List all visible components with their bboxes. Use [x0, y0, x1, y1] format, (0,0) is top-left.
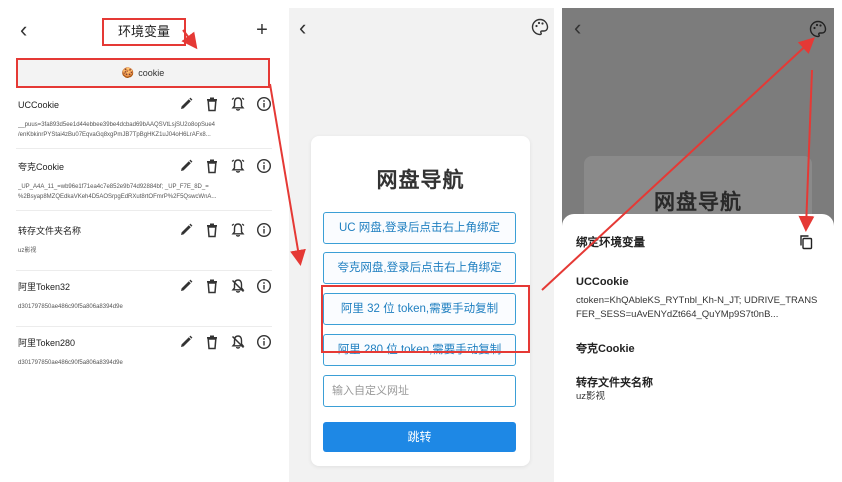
back-icon[interactable]: ‹ [20, 18, 40, 42]
copy-icon[interactable] [798, 234, 814, 250]
add-icon[interactable]: + [252, 18, 272, 42]
env-item-value-line: uz影视 [18, 248, 37, 254]
bell-icon[interactable] [230, 96, 246, 112]
edit-icon[interactable] [178, 222, 194, 238]
info-icon[interactable] [256, 96, 272, 112]
env-vars-screen: ‹ 环境变量 + 🍪 cookie UCCookie __puus=3fa893d… [8, 8, 280, 482]
page-title: 环境变量 [102, 18, 186, 46]
uc-login-button[interactable]: UC 网盘,登录后点击右上角绑定 [323, 212, 516, 244]
env-item-actions [176, 96, 272, 114]
env-item-value: __puus=3fa893d5ee1d44ebbee39be4dcbad69bA… [18, 120, 270, 140]
env-item-name: UCCookie [18, 100, 60, 110]
info-icon[interactable] [256, 158, 272, 174]
edit-icon[interactable] [178, 278, 194, 294]
bind-env-screen: ‹ 网盘导航 绑定环境变量 UCCookie ctoken=KhQAbleKS_… [562, 8, 834, 482]
info-icon[interactable] [256, 222, 272, 238]
divider [16, 326, 272, 327]
quark-login-button[interactable]: 夸克网盘,登录后点击右上角绑定 [323, 252, 516, 284]
env-item-value: d301797850ae486c90f5a806a8394d9e [18, 302, 270, 312]
env-item-actions [176, 334, 272, 352]
edit-icon[interactable] [178, 158, 194, 174]
env-item-value-line: _UP_A4A_11_=wb96e1f71ea4c7e852e9b74d9288… [18, 184, 209, 190]
env-item-name: 阿里Token280 [18, 338, 76, 348]
env-item[interactable]: 夸克Cookie _UP_A4A_11_=wb96e1f71ea4c7e852e… [16, 158, 272, 204]
sheet-item-name: UCCookie [576, 276, 629, 288]
divider [16, 270, 272, 271]
custom-url-input[interactable]: 输入自定义网址 [323, 375, 516, 407]
highlight-box [321, 285, 530, 353]
env-item-name: 夸克Cookie [18, 162, 65, 172]
go-button[interactable]: 跳转 [323, 422, 516, 452]
bell-icon[interactable] [230, 158, 246, 174]
card-title: 网盘导航 [654, 191, 742, 214]
back-icon[interactable]: ‹ [574, 16, 581, 40]
env-item-value-line: __puus=3fa893d5ee1d44ebbee39be4dcbad69bA… [18, 122, 216, 128]
env-item-value: d301797850ae486c90f5a806a8394d9e [18, 358, 270, 368]
cookie-icon: 🍪 [121, 68, 135, 79]
cookie-button-label: cookie [138, 68, 165, 78]
env-item-value: _UP_A4A_11_=wb96e1f71ea4c7e852e9b74d9288… [18, 182, 270, 202]
delete-icon[interactable] [204, 278, 220, 294]
sheet-item-name: 转存文件夹名称 [576, 377, 653, 389]
env-item-value-line: /enKbkinrPYStai4zBu07EqvaGq8xgPmJB7TpBgH… [18, 132, 211, 138]
cookie-button[interactable]: 🍪 cookie [16, 58, 270, 88]
env-item-actions [176, 158, 272, 176]
edit-icon[interactable] [178, 334, 194, 350]
env-item-value-line: d301797850ae486c90f5a806a8394d9e [18, 360, 123, 366]
env-item-name: 阿里Token32 [18, 282, 71, 292]
delete-icon[interactable] [204, 222, 220, 238]
sheet-item-name: 夸克Cookie [576, 343, 635, 355]
sheet-title: 绑定环境变量 [576, 237, 645, 249]
back-icon[interactable]: ‹ [299, 16, 306, 40]
edit-icon[interactable] [178, 96, 194, 112]
delete-icon[interactable] [204, 96, 220, 112]
delete-icon[interactable] [204, 334, 220, 350]
divider [16, 210, 272, 211]
bell-icon[interactable] [230, 222, 246, 238]
bind-env-sheet: 绑定环境变量 UCCookie ctoken=KhQAbleKS_RYTnbl_… [562, 214, 834, 482]
env-item-actions [176, 278, 272, 296]
divider [16, 148, 272, 149]
env-item[interactable]: 转存文件夹名称 uz影视 [16, 222, 272, 268]
bell-off-icon[interactable] [230, 278, 246, 294]
sheet-item-value[interactable]: ctoken=KhQAbleKS_RYTnbl_Kh-N_JT; UDRIVE_… [576, 294, 822, 322]
env-item-name: 转存文件夹名称 [18, 226, 82, 236]
env-item-value-line: %2Bsyap8MZQEdkaVKeh4D5AOSrpgEdRXut8rtOFm… [18, 194, 217, 200]
palette-icon[interactable] [809, 20, 827, 38]
delete-icon[interactable] [204, 158, 220, 174]
app-header: ‹ 环境变量 + [8, 8, 280, 52]
info-icon[interactable] [256, 334, 272, 350]
env-item[interactable]: 阿里Token280 d301797850ae486c90f5a806a8394… [16, 334, 272, 380]
env-item[interactable]: 阿里Token32 d301797850ae486c90f5a806a8394d… [16, 278, 272, 324]
card-title: 网盘导航 [376, 169, 465, 192]
info-icon[interactable] [256, 278, 272, 294]
env-item-value-line: d301797850ae486c90f5a806a8394d9e [18, 304, 123, 310]
env-item-value: uz影视 [18, 246, 270, 256]
netdisk-webview-screen: ‹ 网盘导航 UC 网盘,登录后点击右上角绑定 夸克网盘,登录后点击右上角绑定 … [289, 8, 554, 482]
bell-off-icon[interactable] [230, 334, 246, 350]
env-item-actions [176, 222, 272, 240]
sheet-item-value[interactable]: uz影视 [576, 390, 822, 404]
env-item[interactable]: UCCookie __puus=3fa893d5ee1d44ebbee39be4… [16, 96, 272, 142]
palette-icon[interactable] [531, 18, 549, 36]
